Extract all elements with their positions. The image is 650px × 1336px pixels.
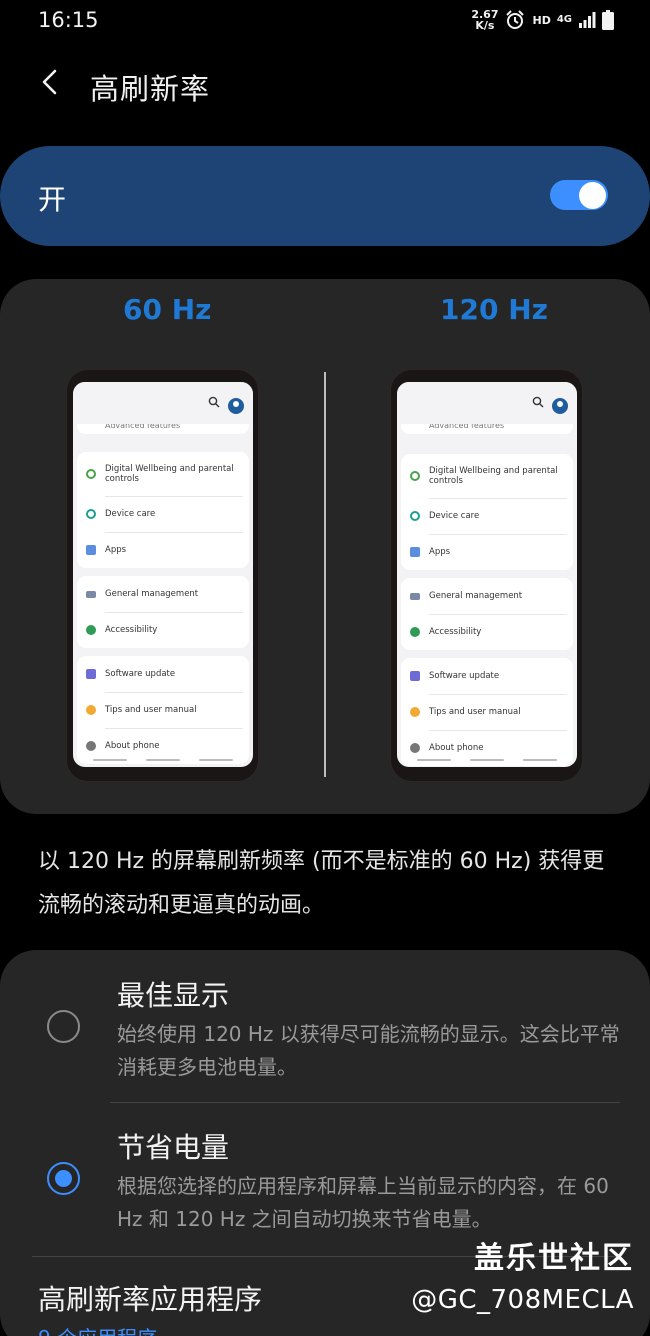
preview-item: Apps [401,534,573,570]
accessibility-icon [86,625,96,635]
preview-item: General management [77,576,249,612]
general-management-icon [86,591,96,598]
preview-item: Accessibility [77,612,249,648]
preview-group: Digital Wellbeing and parental controls … [77,452,249,568]
master-switch-toggle[interactable] [550,180,608,210]
preview-group: General management Accessibility [401,578,573,650]
preview-item: Apps [77,532,249,568]
toggle-knob [579,182,606,209]
watermark-user: @GC_708MECLA [411,1285,634,1315]
apps-icon [410,547,420,557]
about-phone-icon [410,743,420,753]
phone-preview-120hz: Advanced features Digital Wellbeing and … [390,369,583,782]
preview-screen: Advanced features Digital Wellbeing and … [73,382,253,767]
wellbeing-icon [86,469,96,479]
accessibility-icon [410,627,420,637]
back-arrow-icon [42,69,57,95]
tips-icon [410,707,420,717]
avatar-icon [552,398,568,414]
radio-best-display[interactable] [47,1010,80,1043]
master-switch-bar[interactable]: 开 [0,146,650,246]
device-care-icon [86,509,96,519]
radio-power-saving[interactable] [47,1162,80,1195]
hd-badge: HD [532,13,551,27]
preview-group: Software update Tips and user manual Abo… [401,658,573,766]
preview-item: Digital Wellbeing and parental controls [401,454,573,498]
wellbeing-icon [410,471,420,481]
tips-icon [86,705,96,715]
preview-item: Tips and user manual [77,692,249,728]
preview-item: Software update [401,658,573,694]
device-care-icon [410,511,420,521]
search-icon [532,396,544,408]
watermark-community: 盖乐世社区 [474,1241,634,1276]
label-120hz: 120 Hz [440,293,548,326]
preview-item: Device care [77,496,249,532]
option-description: 始终使用 120 Hz 以获得尽可能流畅的显示。这会比平常消耗更多电池电量。 [117,1022,620,1079]
preview-item: Accessibility [401,614,573,650]
preview-top-item: Advanced features [401,424,573,434]
network-type: 4G [556,14,572,25]
option-title: 节省电量 [117,1131,230,1164]
preview-item: Tips and user manual [401,694,573,730]
alarm-icon [506,10,525,29]
preview-nav-bar [73,759,253,763]
preview-item: General management [401,578,573,614]
signal-icon [579,12,596,28]
apps-section-count: 9 个应用程序 [38,1322,157,1336]
preview-item: Software update [77,656,249,692]
search-icon [208,396,220,408]
network-speed: 2.67 K/s [471,8,499,32]
preview-item: Device care [401,498,573,534]
status-bar: 16:15 2.67 K/s HD 4G [0,0,650,42]
apps-section-title[interactable]: 高刷新率应用程序 [38,1278,262,1318]
comparison-divider [324,372,326,777]
software-update-icon [86,669,96,679]
software-update-icon [410,671,420,681]
general-management-icon [410,593,420,600]
about-phone-icon [86,741,96,751]
radio-selected-dot [55,1170,72,1187]
master-switch-label: 开 [38,183,67,216]
apps-icon [86,545,96,555]
watermark: 盖乐世社区 @GC_708MECLA [411,1233,634,1315]
preview-screen: Advanced features Digital Wellbeing and … [397,382,577,767]
option-description: 根据您选择的应用程序和屏幕上当前显示的内容，在 60 Hz 和 120 Hz 之… [117,1174,609,1231]
preview-group: General management Accessibility [77,576,249,648]
preview-nav-bar [397,759,577,763]
back-button[interactable] [30,62,70,102]
page-header: 高刷新率 [0,52,650,114]
status-icons: 2.67 K/s HD 4G [471,9,614,31]
status-time: 16:15 [38,8,99,32]
battery-icon [602,10,614,30]
refresh-rate-comparison: 60 Hz 120 Hz Advanced features Digital W… [0,279,650,814]
preview-item: Digital Wellbeing and parental controls [77,452,249,496]
option-title: 最佳显示 [117,979,230,1012]
preview-group: Software update Tips and user manual Abo… [77,656,249,764]
phone-preview-60hz: Advanced features Digital Wellbeing and … [66,369,259,782]
option-divider [110,1102,620,1103]
preview-top-item: Advanced features [77,424,249,434]
feature-description: 以 120 Hz 的屏幕刷新频率 (而不是标准的 60 Hz) 获得更流畅的滚动… [38,849,605,918]
avatar-icon [228,398,244,414]
page-title: 高刷新率 [90,72,211,106]
preview-group: Digital Wellbeing and parental controls … [401,454,573,570]
label-60hz: 60 Hz [123,293,212,326]
